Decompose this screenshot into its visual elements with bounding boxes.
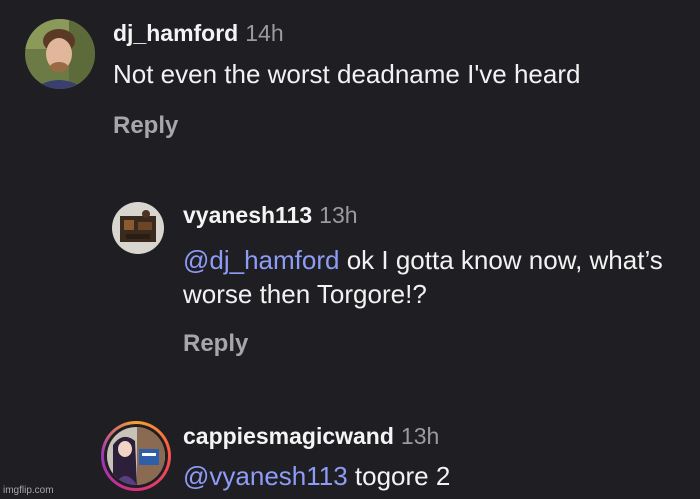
reply-button[interactable]: Reply <box>113 112 178 140</box>
comment-meta: dj_hamford 14h <box>113 20 284 47</box>
avatar-vyanesh113[interactable] <box>112 202 164 254</box>
username[interactable]: cappiesmagicwand <box>183 423 394 449</box>
watermark: imgflip.com <box>3 485 54 496</box>
comment-meta: vyanesh113 13h <box>183 202 358 229</box>
comment-body: togore 2 <box>347 461 451 491</box>
mention-link[interactable]: @dj_hamford <box>183 245 339 275</box>
avatar-photo-icon <box>25 19 95 89</box>
avatar-dj-hamford[interactable] <box>25 19 95 89</box>
comment-text: @vyanesh113 togore 2 <box>183 460 683 494</box>
avatar-photo-icon <box>107 427 165 485</box>
mention-link[interactable]: @vyanesh113 <box>183 461 348 491</box>
comment-text: @dj_hamford ok I gotta know now, what’s … <box>183 243 683 311</box>
comment-meta: cappiesmagicwand 13h <box>183 423 439 450</box>
reply-button[interactable]: Reply <box>183 330 248 358</box>
avatar-photo-icon <box>112 202 164 254</box>
timestamp: 13h <box>319 202 358 228</box>
timestamp: 14h <box>245 20 284 46</box>
comment-text: Not even the worst deadname I've heard <box>113 59 581 89</box>
username[interactable]: vyanesh113 <box>183 202 312 228</box>
avatar-cappiesmagicwand[interactable] <box>107 427 165 485</box>
username[interactable]: dj_hamford <box>113 20 238 46</box>
timestamp: 13h <box>400 423 440 449</box>
